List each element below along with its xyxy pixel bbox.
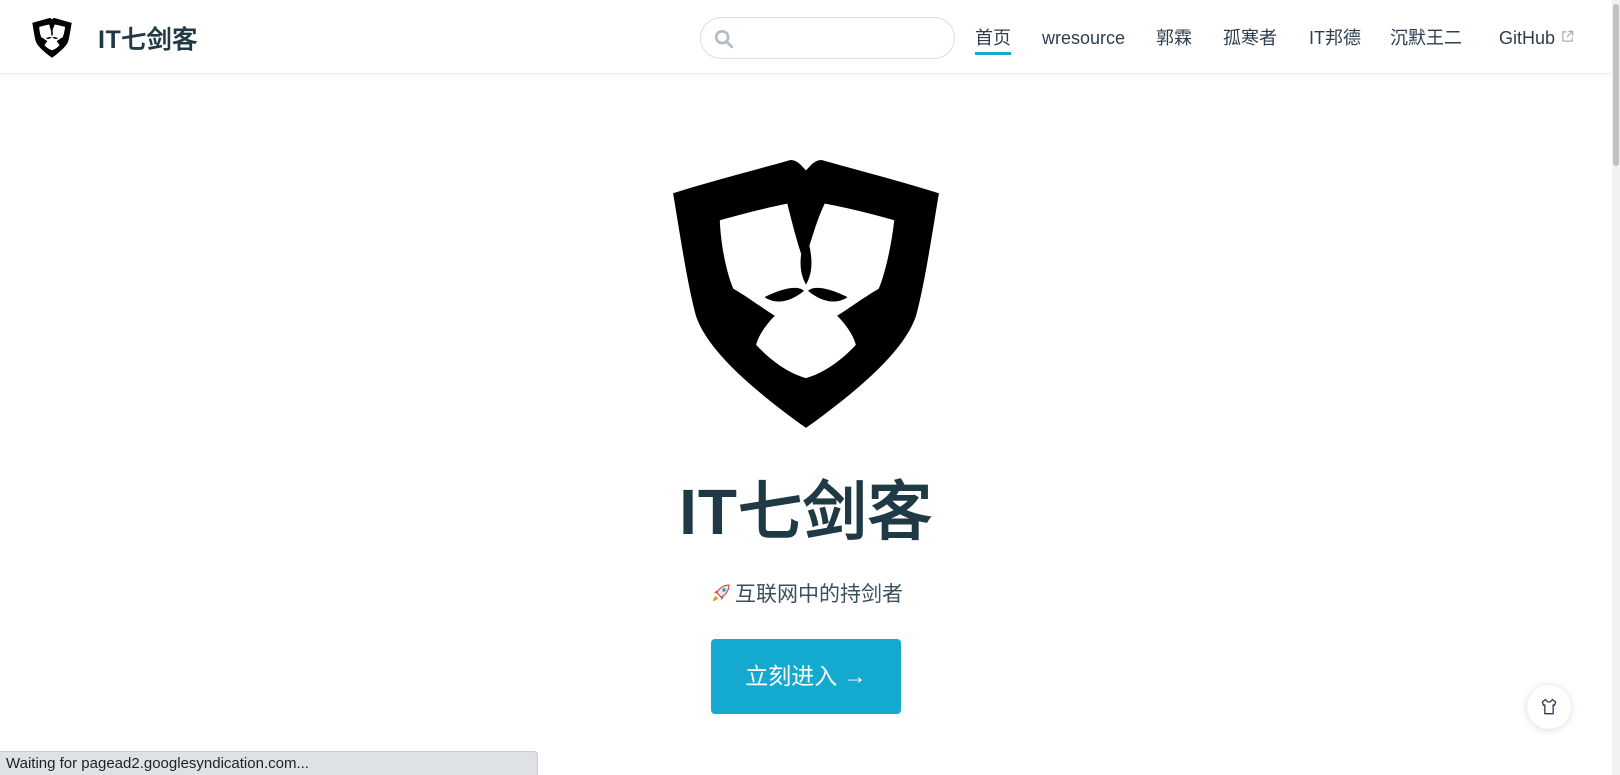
page-scrollbar[interactable] xyxy=(1612,0,1620,775)
navbar: IT七剑客 首页 wresource 郭霖 孤寒者 IT邦德 沉默王二 GitH… xyxy=(0,0,1612,74)
shirt-icon xyxy=(1541,698,1557,715)
nav-link-home[interactable]: 首页 xyxy=(975,24,1011,55)
nav-link-chenmowanger[interactable]: 沉默王二 xyxy=(1390,24,1462,52)
brand-title: IT七剑客 xyxy=(98,26,198,54)
browser-status-bar: Waiting for pagead2.googlesyndication.co… xyxy=(0,751,538,775)
hero-tagline: 互联网中的持剑者 xyxy=(0,580,1612,610)
hero-title: IT七剑客 xyxy=(679,476,933,548)
enter-button[interactable]: 立刻进入 → xyxy=(711,639,901,714)
search-icon xyxy=(714,29,734,49)
nav-link-github[interactable]: GitHub xyxy=(1499,24,1574,52)
nav-link-itbangde[interactable]: IT邦德 xyxy=(1309,24,1361,52)
scrollbar-thumb[interactable] xyxy=(1613,4,1619,166)
search-box[interactable] xyxy=(700,17,955,59)
nav-link-wresource[interactable]: wresource xyxy=(1042,24,1125,52)
search-input[interactable] xyxy=(743,24,943,52)
nav-link-guhanzhe[interactable]: 孤寒者 xyxy=(1223,24,1277,52)
hero-shield-logo-icon xyxy=(669,160,943,430)
theme-toggle-button[interactable] xyxy=(1527,685,1571,729)
nav-link-guolin[interactable]: 郭霖 xyxy=(1156,24,1192,52)
external-link-icon xyxy=(1562,30,1574,42)
shield-logo-icon xyxy=(32,18,72,58)
rocket-icon xyxy=(713,584,730,601)
nav-link-github-label: GitHub xyxy=(1499,28,1556,48)
brand-link[interactable]: IT七剑客 xyxy=(32,18,198,58)
hero-tagline-text: 互联网中的持剑者 xyxy=(735,583,903,606)
